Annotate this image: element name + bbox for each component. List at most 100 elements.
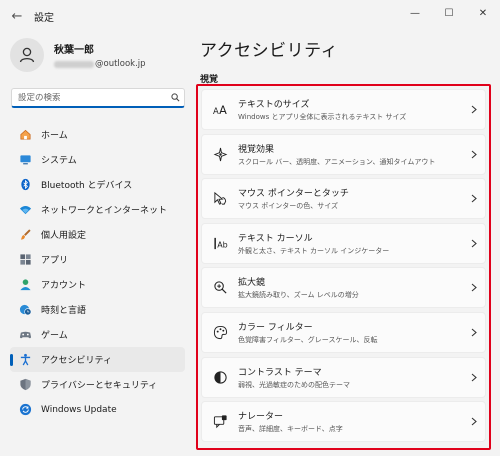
- card-mouse-pointer[interactable]: マウス ポインターとタッチ マウス ポインターの色、サイズ: [201, 178, 486, 220]
- chevron-right-icon: [463, 105, 485, 114]
- color-filter-icon: [202, 325, 238, 340]
- maximize-icon: ☐: [444, 7, 454, 19]
- user-profile[interactable]: 秋葉一郎 @outlook.jp: [10, 38, 146, 72]
- title-bar: ← 設定 — ☐ ✕: [0, 0, 500, 32]
- card-desc: Windows とアプリ全体に表示されるテキスト サイズ: [238, 113, 407, 121]
- apps-icon: [18, 253, 32, 267]
- sidebar-nav: ホーム システム Bluetooth とデバイス ネットワークとインターネット …: [10, 122, 185, 422]
- svg-text:Ab: Ab: [217, 241, 228, 250]
- chevron-right-icon: [463, 417, 485, 426]
- card-color-filters[interactable]: カラー フィルター 色覚障害フィルター、グレースケール、反転: [201, 311, 486, 353]
- card-magnifier[interactable]: 拡大鏡 拡大鏡読み取り、ズーム レベルの増分: [201, 267, 486, 309]
- system-icon: [18, 153, 32, 167]
- sidebar-item-label: 個人用設定: [41, 231, 87, 241]
- sidebar-item-home[interactable]: ホーム: [10, 122, 185, 147]
- magnifier-icon: [202, 280, 238, 295]
- narrator-icon: [202, 414, 238, 429]
- close-button[interactable]: ✕: [466, 0, 500, 26]
- sidebar: 秋葉一郎 @outlook.jp ホーム システム: [0, 32, 192, 456]
- sidebar-item-label: プライバシーとセキュリティ: [41, 381, 158, 391]
- sidebar-item-windows-update[interactable]: Windows Update: [10, 397, 185, 422]
- sidebar-item-accounts[interactable]: アカウント: [10, 272, 185, 297]
- card-title: マウス ポインターとタッチ: [238, 189, 349, 200]
- sidebar-item-label: アカウント: [41, 281, 87, 291]
- back-arrow-icon: ←: [11, 8, 23, 24]
- card-text-size[interactable]: AA テキストのサイズ Windows とアプリ全体に表示されるテキスト サイズ: [201, 89, 486, 130]
- wifi-icon: [18, 203, 32, 217]
- window-controls: — ☐ ✕: [398, 0, 500, 26]
- maximize-button[interactable]: ☐: [432, 0, 466, 26]
- chevron-right-icon: [463, 150, 485, 159]
- back-button[interactable]: ←: [4, 3, 30, 29]
- bluetooth-icon: [18, 178, 32, 192]
- chevron-right-icon: [463, 283, 485, 292]
- sidebar-item-label: Windows Update: [41, 404, 117, 415]
- mouse-pointer-icon: [202, 191, 238, 206]
- sidebar-item-apps[interactable]: アプリ: [10, 247, 185, 272]
- sidebar-item-label: ゲーム: [41, 331, 68, 341]
- sidebar-item-system[interactable]: システム: [10, 147, 185, 172]
- update-icon: [18, 403, 32, 417]
- card-title: 拡大鏡: [238, 278, 266, 289]
- person-icon: [19, 47, 35, 63]
- chevron-right-icon: [463, 194, 485, 203]
- card-text-cursor[interactable]: Ab テキスト カーソル 外観と太さ、テキスト カーソル インジケーター: [201, 222, 486, 264]
- card-desc: 色覚障害フィルター、グレースケール、反転: [238, 335, 378, 344]
- sidebar-item-network[interactable]: ネットワークとインターネット: [10, 197, 185, 222]
- accessibility-icon: [18, 353, 32, 367]
- minimize-button[interactable]: —: [398, 0, 432, 26]
- card-desc: 外観と太さ、テキスト カーソル インジケーター: [238, 246, 390, 255]
- search-icon[interactable]: [166, 93, 184, 102]
- card-contrast-themes[interactable]: コントラスト テーマ 弱視、光過敏症のための配色テーマ: [201, 356, 486, 398]
- settings-list: AA テキストのサイズ Windows とアプリ全体に表示されるテキスト サイズ…: [201, 89, 486, 446]
- search-box[interactable]: [11, 88, 185, 108]
- profile-name: 秋葉一郎: [54, 45, 94, 56]
- chevron-right-icon: [463, 328, 485, 337]
- card-desc: スクロール バー、透明度、アニメーション、通知タイムアウト: [238, 157, 436, 166]
- sidebar-item-label: システム: [41, 156, 77, 166]
- email-redaction: [54, 60, 94, 68]
- svg-text:A: A: [213, 106, 219, 116]
- chevron-right-icon: [463, 373, 485, 382]
- brush-icon: [18, 228, 32, 242]
- card-desc: マウス ポインターの色、サイズ: [238, 202, 339, 211]
- minimize-icon: —: [410, 7, 420, 19]
- card-desc: 音声、詳細度、キーボード、点字: [238, 425, 343, 434]
- sidebar-item-privacy[interactable]: プライバシーとセキュリティ: [10, 372, 185, 397]
- sidebar-item-gaming[interactable]: ゲーム: [10, 322, 185, 347]
- sidebar-item-bluetooth[interactable]: Bluetooth とデバイス: [10, 172, 185, 197]
- account-icon: [18, 278, 32, 292]
- card-desc: 拡大鏡読み取り、ズーム レベルの増分: [238, 291, 359, 300]
- sidebar-item-time-language[interactable]: 時刻と言語: [10, 297, 185, 322]
- sidebar-item-personalization[interactable]: 個人用設定: [10, 222, 185, 247]
- card-desc: 弱視、光過敏症のための配色テーマ: [238, 380, 350, 389]
- search-input[interactable]: [12, 92, 166, 103]
- globe-clock-icon: [18, 303, 32, 317]
- card-title: テキスト カーソル: [238, 233, 313, 244]
- home-icon: [18, 128, 32, 142]
- card-narrator[interactable]: ナレーター 音声、詳細度、キーボード、点字: [201, 401, 486, 443]
- avatar: [10, 38, 44, 72]
- card-title: 視覚効果: [238, 144, 275, 155]
- sidebar-item-accessibility[interactable]: アクセシビリティ: [10, 347, 185, 372]
- sidebar-item-label: アクセシビリティ: [41, 356, 113, 366]
- page-title: アクセシビリティ: [200, 41, 339, 61]
- app-title: 設定: [34, 12, 54, 24]
- shield-icon: [18, 378, 32, 392]
- profile-email: @outlook.jp: [54, 59, 146, 69]
- card-title: コントラスト テーマ: [238, 367, 322, 378]
- chevron-right-icon: [463, 239, 485, 248]
- gamepad-icon: [18, 328, 32, 342]
- close-icon: ✕: [478, 7, 488, 19]
- visual-effects-icon: [202, 147, 238, 162]
- card-title: テキストのサイズ: [238, 100, 310, 110]
- text-cursor-icon: Ab: [202, 236, 238, 251]
- sidebar-item-label: 時刻と言語: [41, 306, 87, 316]
- text-size-icon: AA: [202, 102, 238, 117]
- email-domain: @outlook.jp: [95, 59, 146, 69]
- sidebar-item-label: アプリ: [41, 256, 69, 266]
- svg-text:A: A: [219, 104, 227, 117]
- sidebar-item-label: ネットワークとインターネット: [41, 206, 168, 216]
- card-title: カラー フィルター: [238, 322, 313, 333]
- card-visual-effects[interactable]: 視覚効果 スクロール バー、透明度、アニメーション、通知タイムアウト: [201, 133, 486, 175]
